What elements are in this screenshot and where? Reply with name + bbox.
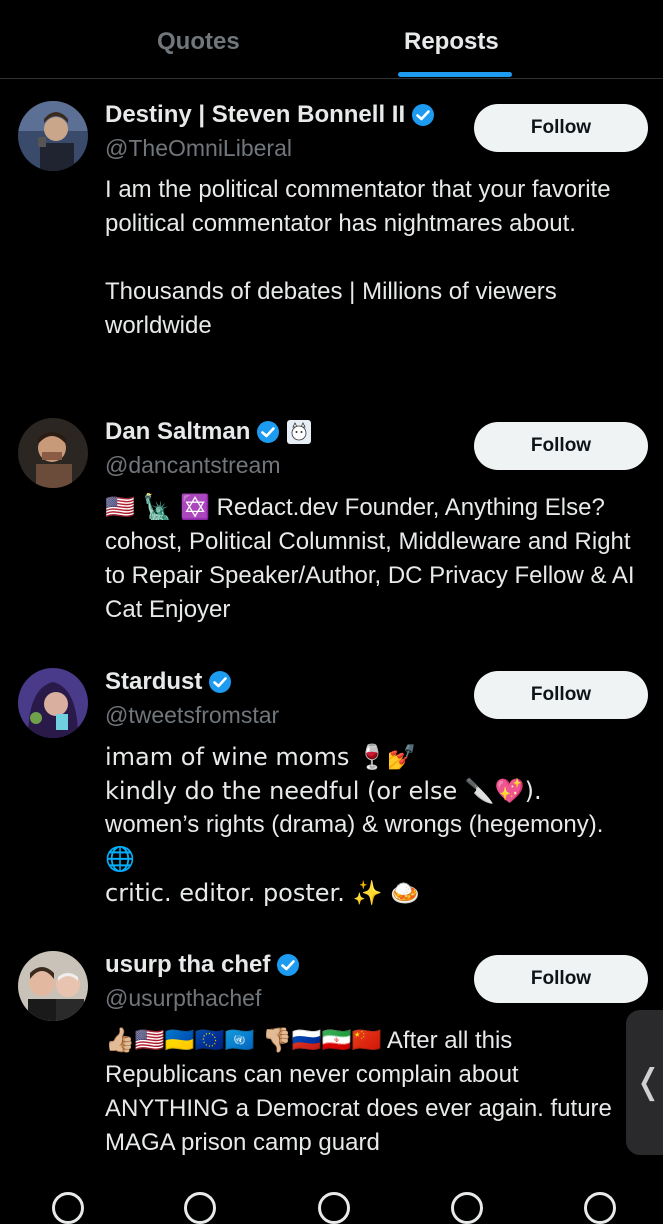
user-bio: 🇺🇸 🗽 ✡️ Redact.dev Founder, Anything Els… [105, 490, 645, 627]
follow-button[interactable]: Follow [474, 955, 648, 1003]
bottom-nav [0, 1186, 663, 1224]
verified-badge-icon [257, 421, 280, 443]
user-name[interactable]: Destiny | Steven Bonnell II [105, 101, 435, 129]
avatar[interactable] [18, 951, 88, 1021]
user-bio: I am the political commentator that your… [105, 173, 645, 343]
verified-badge-icon [277, 954, 300, 976]
notifications-icon[interactable] [584, 1192, 616, 1224]
avatar[interactable] [18, 418, 88, 488]
bio-line: critic. editor. poster. ✨ 🍛 [105, 879, 420, 907]
bio-line: imam of wine moms 🍷💅 [105, 743, 417, 771]
bio-line: women’s rights (drama) & wrongs (hegemon… [105, 811, 604, 838]
bio-line: 🌐 [105, 845, 135, 873]
verified-badge-icon [209, 671, 232, 693]
search-icon[interactable] [184, 1192, 216, 1224]
communities-icon[interactable] [451, 1192, 483, 1224]
tab-quotes[interactable]: Quotes [157, 28, 240, 56]
bio-line: Thousands of debates | Millions of viewe… [105, 278, 557, 339]
user-name[interactable]: Stardust [105, 668, 232, 696]
grok-icon[interactable] [318, 1192, 350, 1224]
user-bio: imam of wine moms 🍷💅 kindly do the needf… [105, 740, 645, 910]
follow-button[interactable]: Follow [474, 104, 648, 152]
active-tab-indicator [398, 72, 512, 77]
user-handle[interactable]: @TheOmniLiberal [105, 135, 292, 162]
user-name[interactable]: Dan Saltman [105, 418, 312, 446]
user-handle[interactable]: @usurpthachef [105, 985, 261, 1012]
bio-line: kindly do the needful (or else 🔪💖). [105, 777, 542, 805]
verified-badge-icon [412, 104, 435, 126]
user-bio: 👍🏼🇺🇸🇺🇦🇪🇺🇺🇳 👎🏼🇷🇺🇮🇷🇨🇳 After all this Repub… [105, 1023, 645, 1160]
avatar[interactable] [18, 668, 88, 738]
side-panel-handle[interactable]: ❬ [626, 1010, 663, 1155]
user-handle[interactable]: @tweetsfromstar [105, 702, 279, 729]
cat-sticker-icon [287, 420, 312, 444]
bio-line: I am the political commentator that your… [105, 176, 611, 237]
user-handle[interactable]: @dancantstream [105, 452, 281, 479]
tab-reposts[interactable]: Reposts [404, 28, 499, 56]
follow-button[interactable]: Follow [474, 671, 648, 719]
follow-button[interactable]: Follow [474, 422, 648, 470]
bio-emoji-prefix: 🇺🇸 🗽 ✡️ [105, 493, 210, 521]
tab-bar: Quotes Reposts [0, 0, 663, 79]
user-name[interactable]: usurp tha chef [105, 951, 300, 979]
bio-emoji-prefix: 👍🏼🇺🇸🇺🇦🇪🇺🇺🇳 👎🏼🇷🇺🇮🇷🇨🇳 [105, 1026, 382, 1054]
avatar[interactable] [18, 101, 88, 171]
home-icon[interactable] [52, 1192, 84, 1224]
